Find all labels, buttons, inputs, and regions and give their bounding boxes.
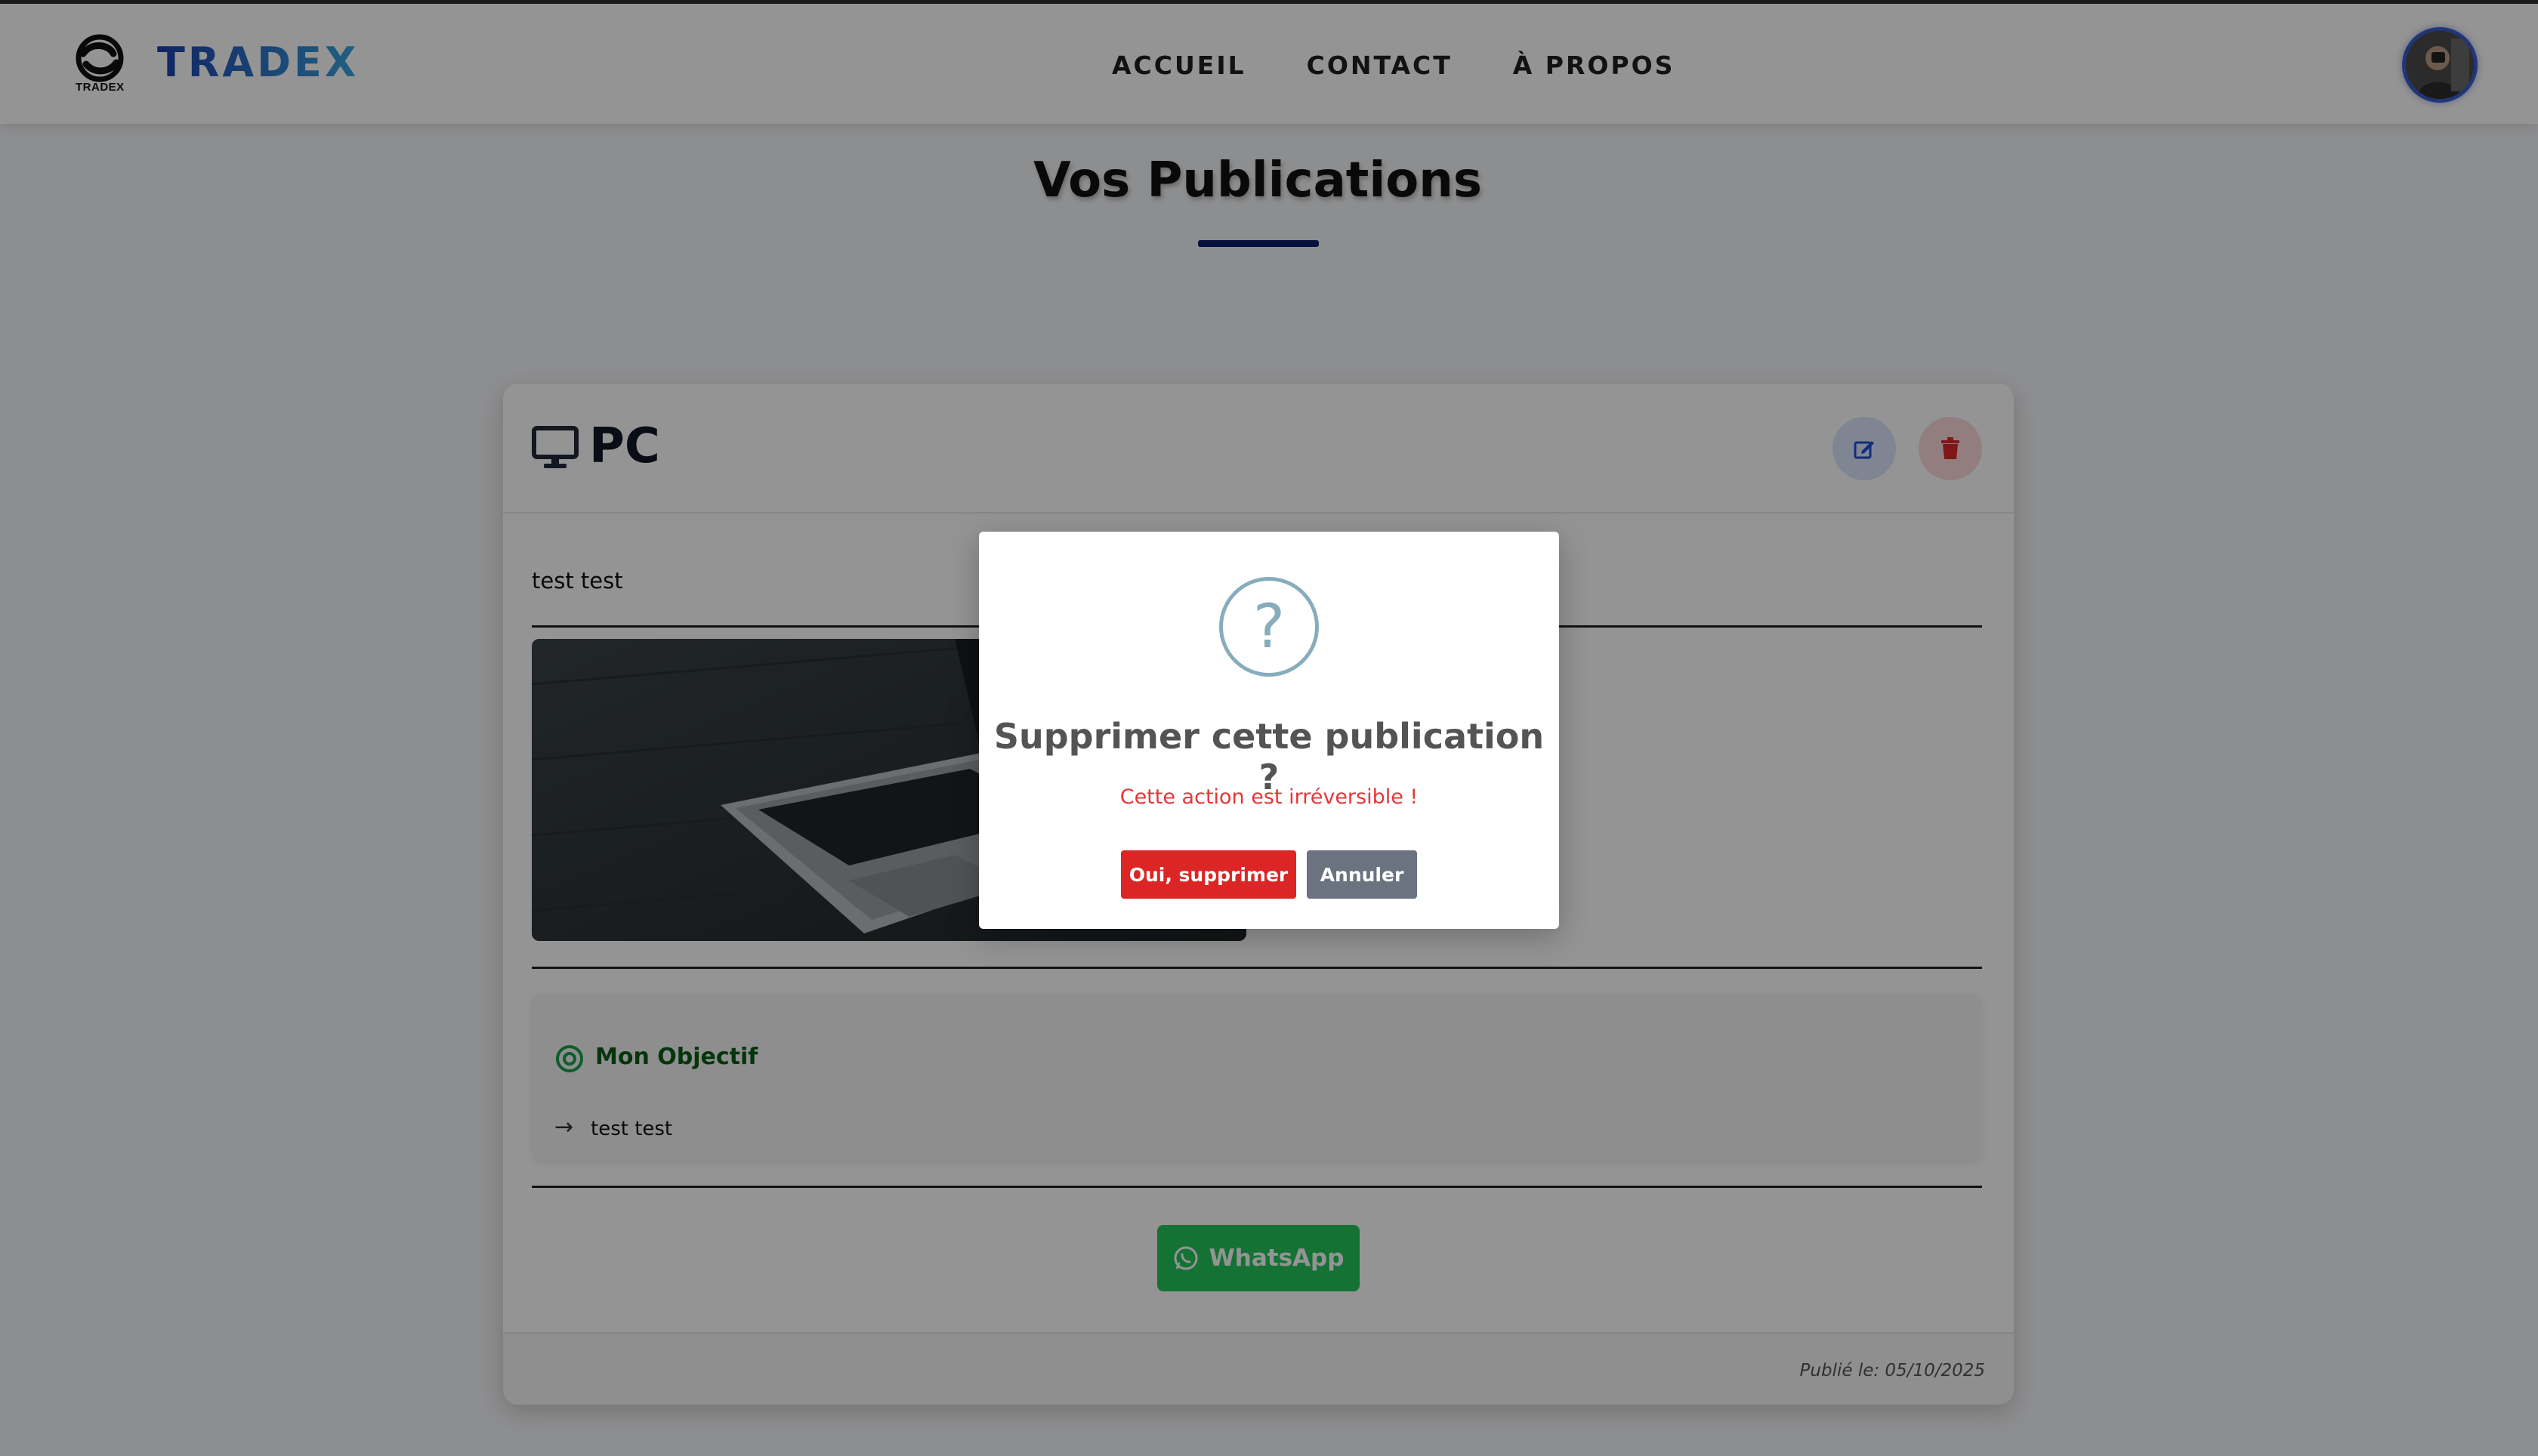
cancel-button[interactable]: Annuler — [1307, 850, 1417, 899]
dialog-warning: Cette action est irréversible ! — [1119, 785, 1419, 809]
delete-confirm-dialog: ? Supprimer cette publication ? Cette ac… — [979, 532, 1559, 929]
question-mark-icon: ? — [1219, 577, 1319, 677]
confirm-delete-button[interactable]: Oui, supprimer — [1121, 850, 1296, 899]
page: TRADEX TRADEX ACCUEIL CONTACT À PROPOS V… — [0, 0, 2538, 1456]
